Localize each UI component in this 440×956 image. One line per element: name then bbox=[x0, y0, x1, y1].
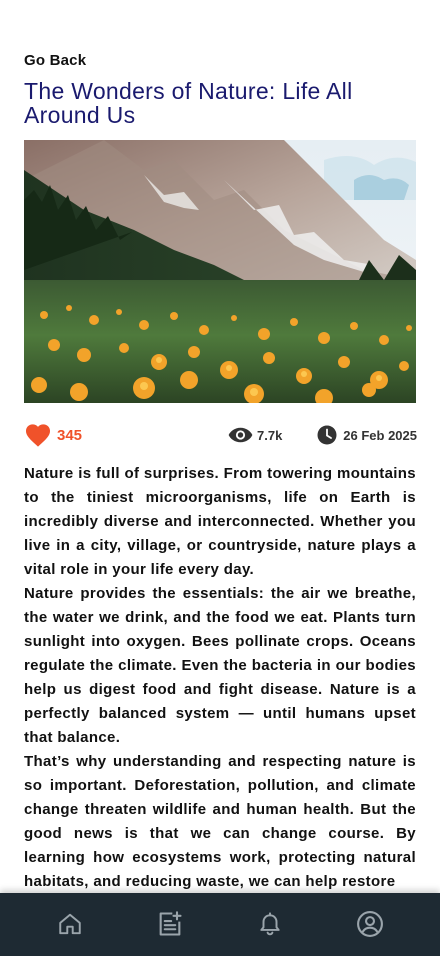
profile-icon bbox=[357, 911, 383, 937]
article-paragraph: Nature is full of surprises. From toweri… bbox=[24, 465, 416, 578]
article-hero-image bbox=[24, 140, 416, 403]
tab-home[interactable] bbox=[55, 909, 85, 939]
article-page: Go Back The Wonders of Nature: Life All … bbox=[0, 0, 440, 893]
eye-icon bbox=[228, 427, 253, 443]
clock-icon bbox=[317, 425, 337, 445]
go-back-button[interactable]: Go Back bbox=[24, 52, 86, 69]
views-count: 7.7k bbox=[257, 427, 283, 443]
article-meta: 345 7.7k 26 Feb 2025 bbox=[24, 420, 417, 450]
bell-icon bbox=[260, 912, 280, 936]
tab-profile[interactable] bbox=[355, 909, 385, 939]
views-stat: 7.7k bbox=[228, 420, 282, 450]
article-paragraph: Nature provides the essentials: the air … bbox=[24, 585, 416, 746]
bottom-tab-bar bbox=[0, 893, 440, 956]
home-icon bbox=[59, 913, 81, 935]
tab-notifications[interactable] bbox=[255, 909, 285, 939]
like-button[interactable]: 345 bbox=[24, 420, 82, 450]
article-add-icon bbox=[159, 911, 182, 936]
article-title: The Wonders of Nature: Life All Around U… bbox=[24, 78, 353, 128]
publish-date: 26 Feb 2025 bbox=[317, 420, 417, 450]
publish-date-text: 26 Feb 2025 bbox=[343, 427, 417, 443]
article-paragraph: That’s why understanding and respecting … bbox=[24, 753, 416, 890]
heart-icon bbox=[25, 424, 51, 447]
like-count: 345 bbox=[57, 426, 83, 444]
tab-articles[interactable] bbox=[155, 909, 185, 939]
article-body: Nature is full of surprises. From toweri… bbox=[24, 462, 416, 893]
